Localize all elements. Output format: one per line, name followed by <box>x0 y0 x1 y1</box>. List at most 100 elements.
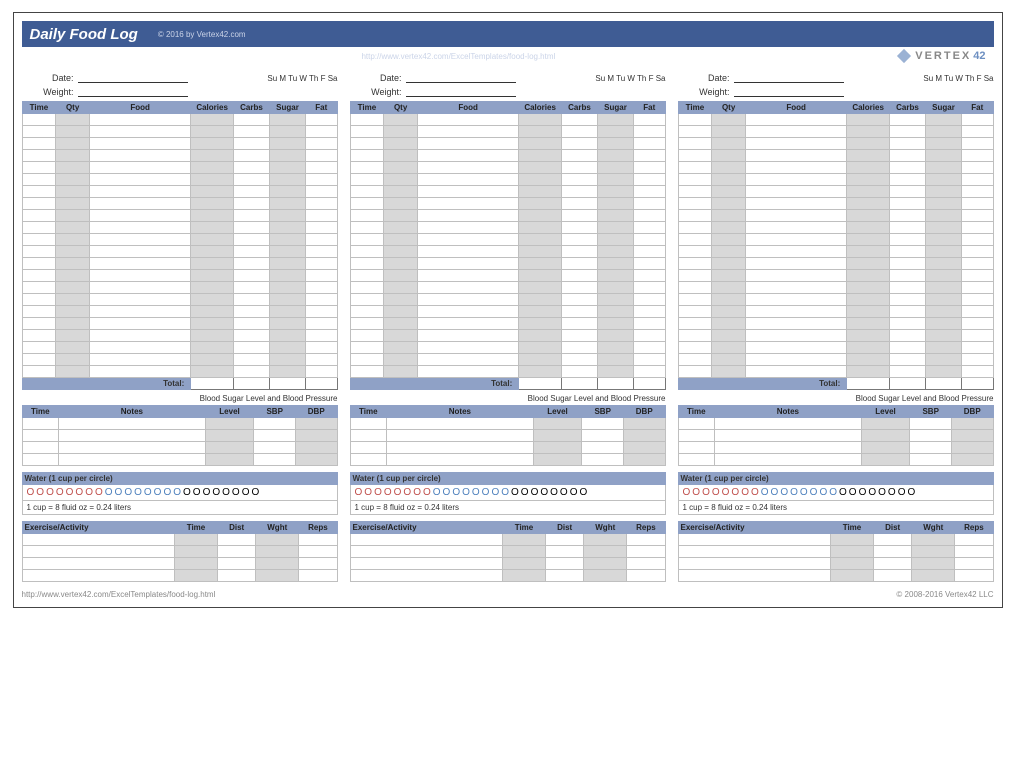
food-row[interactable] <box>678 258 993 270</box>
food-cell[interactable] <box>562 198 598 210</box>
food-cell[interactable] <box>234 210 270 222</box>
bp-row[interactable] <box>350 430 665 442</box>
food-cell[interactable] <box>712 114 746 126</box>
food-cell[interactable] <box>562 246 598 258</box>
food-row[interactable] <box>350 366 665 378</box>
food-cell[interactable] <box>350 234 384 246</box>
food-cell[interactable] <box>350 318 384 330</box>
bp-cell[interactable] <box>861 418 910 430</box>
food-cell[interactable] <box>384 186 418 198</box>
exercise-cell[interactable] <box>678 546 830 558</box>
food-cell[interactable] <box>712 174 746 186</box>
food-cell[interactable] <box>678 126 712 138</box>
food-row[interactable] <box>678 150 993 162</box>
food-cell[interactable] <box>962 186 994 198</box>
food-cell[interactable] <box>234 330 270 342</box>
food-cell[interactable] <box>270 210 306 222</box>
food-cell[interactable] <box>270 162 306 174</box>
food-cell[interactable] <box>90 162 191 174</box>
exercise-cell[interactable] <box>874 558 912 570</box>
bp-cell[interactable] <box>715 430 862 442</box>
exercise-cell[interactable] <box>546 534 584 546</box>
food-cell[interactable] <box>22 282 56 294</box>
food-cell[interactable] <box>598 318 634 330</box>
bp-cell[interactable] <box>715 442 862 454</box>
food-cell[interactable] <box>890 162 926 174</box>
bp-cell[interactable] <box>861 430 910 442</box>
food-row[interactable] <box>678 366 993 378</box>
food-cell[interactable] <box>306 282 338 294</box>
bp-cell[interactable] <box>678 442 715 454</box>
bp-row[interactable] <box>678 418 993 430</box>
food-cell[interactable] <box>712 306 746 318</box>
food-cell[interactable] <box>926 342 962 354</box>
bp-cell[interactable] <box>533 442 582 454</box>
bp-cell[interactable] <box>951 442 993 454</box>
food-cell[interactable] <box>519 294 562 306</box>
food-cell[interactable] <box>926 198 962 210</box>
exercise-cell[interactable] <box>174 534 217 546</box>
food-cell[interactable] <box>962 162 994 174</box>
food-cell[interactable] <box>191 330 234 342</box>
food-cell[interactable] <box>384 126 418 138</box>
exercise-cell[interactable] <box>502 546 545 558</box>
food-cell[interactable] <box>562 114 598 126</box>
food-cell[interactable] <box>712 126 746 138</box>
food-cell[interactable] <box>234 186 270 198</box>
food-cell[interactable] <box>56 210 90 222</box>
food-cell[interactable] <box>634 306 666 318</box>
exercise-cell[interactable] <box>584 570 627 582</box>
food-cell[interactable] <box>270 342 306 354</box>
food-cell[interactable] <box>847 222 890 234</box>
food-cell[interactable] <box>634 282 666 294</box>
food-cell[interactable] <box>306 270 338 282</box>
food-row[interactable] <box>350 342 665 354</box>
food-cell[interactable] <box>22 366 56 378</box>
food-cell[interactable] <box>306 198 338 210</box>
food-cell[interactable] <box>847 162 890 174</box>
food-cell[interactable] <box>712 234 746 246</box>
food-row[interactable] <box>678 306 993 318</box>
food-cell[interactable] <box>90 318 191 330</box>
total-carbs[interactable] <box>890 378 926 390</box>
food-cell[interactable] <box>962 258 994 270</box>
exercise-row[interactable] <box>678 558 993 570</box>
bp-cell[interactable] <box>254 418 296 430</box>
exercise-cell[interactable] <box>830 546 873 558</box>
food-cell[interactable] <box>678 342 712 354</box>
food-row[interactable] <box>350 222 665 234</box>
exercise-cell[interactable] <box>955 570 993 582</box>
food-row[interactable] <box>22 210 337 222</box>
bp-cell[interactable] <box>254 442 296 454</box>
food-row[interactable] <box>678 210 993 222</box>
food-cell[interactable] <box>962 234 994 246</box>
food-cell[interactable] <box>384 246 418 258</box>
bp-cell[interactable] <box>350 442 387 454</box>
food-cell[interactable] <box>598 150 634 162</box>
food-cell[interactable] <box>562 210 598 222</box>
exercise-cell[interactable] <box>678 558 830 570</box>
food-cell[interactable] <box>890 138 926 150</box>
food-cell[interactable] <box>270 114 306 126</box>
food-cell[interactable] <box>678 174 712 186</box>
food-row[interactable] <box>350 126 665 138</box>
food-cell[interactable] <box>926 330 962 342</box>
food-cell[interactable] <box>847 294 890 306</box>
food-cell[interactable] <box>847 354 890 366</box>
food-row[interactable] <box>350 258 665 270</box>
food-cell[interactable] <box>746 150 847 162</box>
food-cell[interactable] <box>634 174 666 186</box>
bp-row[interactable] <box>350 418 665 430</box>
exercise-cell[interactable] <box>502 570 545 582</box>
food-cell[interactable] <box>306 246 338 258</box>
bp-cell[interactable] <box>22 442 59 454</box>
exercise-cell[interactable] <box>584 534 627 546</box>
food-row[interactable] <box>350 210 665 222</box>
food-cell[interactable] <box>890 186 926 198</box>
food-cell[interactable] <box>746 366 847 378</box>
food-cell[interactable] <box>384 174 418 186</box>
food-cell[interactable] <box>598 162 634 174</box>
food-cell[interactable] <box>306 258 338 270</box>
food-cell[interactable] <box>270 150 306 162</box>
total-sugar[interactable] <box>926 378 962 390</box>
